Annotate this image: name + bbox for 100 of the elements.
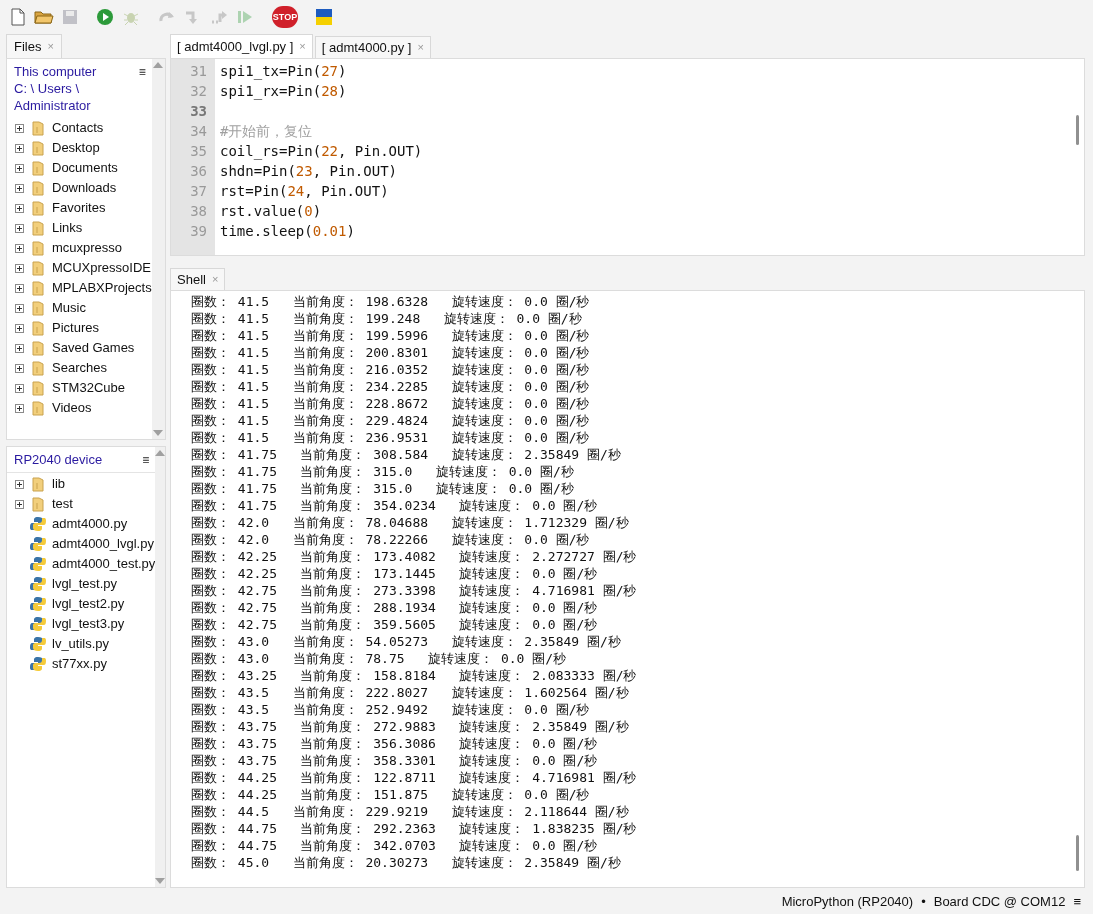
menu-icon[interactable]: ≡ xyxy=(1073,892,1081,912)
expand-icon[interactable] xyxy=(15,363,24,373)
shell-output-line: 圈数： 41.75 当前角度： 354.0234 旋转速度： 0.0 圈/秒 xyxy=(191,497,599,514)
folder-icon xyxy=(32,380,44,396)
python-file-icon xyxy=(30,656,46,672)
file-tree-item[interactable]: st77xx.py xyxy=(52,654,107,674)
play-icon[interactable] xyxy=(96,8,114,26)
shell-output-line: 圈数： 43.0 当前角度： 78.75 旋转速度： 0.0 圈/秒 xyxy=(191,650,567,667)
shell-output-line: 圈数： 44.5 当前角度： 229.9219 旋转速度： 2.118644 圈/秒 xyxy=(191,803,630,820)
code-text: ) xyxy=(338,62,347,81)
folder-icon xyxy=(32,320,44,336)
file-tree-item[interactable]: Music xyxy=(52,298,86,318)
file-tree-item[interactable]: Favorites xyxy=(52,198,106,218)
file-tree-item[interactable]: mcuxpresso xyxy=(52,238,123,258)
python-file-icon xyxy=(30,596,46,612)
file-tree-item[interactable]: test xyxy=(52,494,73,514)
code-text: ) xyxy=(338,82,347,101)
interpreter-label[interactable]: MicroPython (RP2040) xyxy=(781,892,914,912)
file-tree-item[interactable]: Documents xyxy=(52,158,118,178)
expand-icon[interactable] xyxy=(15,143,24,153)
port-label[interactable]: Board CDC @ COM12 xyxy=(933,892,1066,912)
path-link[interactable]: C: \ Users \ xyxy=(14,80,97,97)
stop-button[interactable]: STOP xyxy=(272,6,298,28)
expand-icon[interactable] xyxy=(15,499,24,509)
shell-output-line: 圈数： 41.5 当前角度： 236.9531 旋转速度： 0.0 圈/秒 xyxy=(191,429,591,446)
shell-output-line: 圈数： 43.75 当前角度： 272.9883 旋转速度： 2.35849 圈/秒 xyxy=(191,718,630,735)
expand-icon[interactable] xyxy=(15,479,24,489)
file-tree-item[interactable]: Pictures xyxy=(52,318,99,338)
file-tree-item[interactable]: MCUXpressoIDE xyxy=(52,258,151,278)
folder-icon xyxy=(32,180,44,196)
file-tree-item[interactable]: Saved Games xyxy=(52,338,135,358)
shell-output-line: 圈数： 44.25 当前角度： 122.8711 旋转速度： 4.716981 圈/秒 xyxy=(191,769,638,786)
code-text: rst.value( xyxy=(220,202,305,221)
expand-icon[interactable] xyxy=(15,223,24,233)
file-tree-item[interactable]: Desktop xyxy=(52,138,100,158)
path-link[interactable]: This computer xyxy=(14,63,97,80)
code-text: 24 xyxy=(287,182,305,201)
shell-output-line: 圈数： 41.5 当前角度： 229.4824 旋转速度： 0.0 圈/秒 xyxy=(191,412,591,429)
expand-icon[interactable] xyxy=(15,243,24,253)
flag-icon[interactable] xyxy=(316,9,332,25)
folder-icon xyxy=(32,496,44,512)
file-tree-item[interactable]: lvgl_test.py xyxy=(52,574,118,594)
python-file-icon xyxy=(30,516,46,532)
file-tree-item[interactable]: lvgl_test2.py xyxy=(52,594,125,614)
path-link[interactable]: Administrator xyxy=(14,97,97,114)
folder-icon xyxy=(32,476,44,492)
shell-output-line: 圈数： 43.75 当前角度： 356.3086 旋转速度： 0.0 圈/秒 xyxy=(191,735,599,752)
scrollbar-thumb[interactable] xyxy=(1075,835,1079,871)
code-text: , Pin.OUT) xyxy=(304,182,389,201)
editor-tab[interactable]: [ admt4000.py ] × xyxy=(314,36,431,58)
file-tree-item[interactable]: lib xyxy=(52,474,65,494)
file-tree-item[interactable]: Links xyxy=(52,218,83,238)
file-tree-item[interactable]: admt4000_lvgl.py xyxy=(52,534,154,554)
shell-output-line: 圈数： 43.5 当前角度： 222.8027 旋转速度： 1.602564 圈/秒 xyxy=(191,684,630,701)
expand-icon[interactable] xyxy=(15,343,24,353)
file-tree-item[interactable]: lvgl_test3.py xyxy=(52,614,125,634)
file-tree-item[interactable]: Videos xyxy=(52,398,92,418)
folder-icon xyxy=(32,220,44,236)
file-tree-item[interactable]: Contacts xyxy=(52,118,104,138)
folder-icon xyxy=(32,280,44,296)
file-tree-item[interactable]: STM32Cube xyxy=(52,378,125,398)
files-tab[interactable]: Files × xyxy=(6,34,62,58)
folder-icon xyxy=(32,300,44,316)
shell-output-line: 圈数： 43.75 当前角度： 358.3301 旋转速度： 0.0 圈/秒 xyxy=(191,752,599,769)
code-text: 22 xyxy=(321,142,338,161)
shell-output-line: 圈数： 41.75 当前角度： 315.0 旋转速度： 0.0 圈/秒 xyxy=(191,463,575,480)
file-tree-item[interactable]: Downloads xyxy=(52,178,117,198)
file-tree-item[interactable]: Searches xyxy=(52,358,107,378)
new-file-icon[interactable] xyxy=(10,8,26,26)
shell-output-line: 圈数： 43.5 当前角度： 252.9492 旋转速度： 0.0 圈/秒 xyxy=(191,701,591,718)
file-tree-item[interactable]: MPLABXProjects xyxy=(52,278,152,298)
line-number: 38 xyxy=(190,202,207,221)
file-tree-item[interactable]: admt4000.py xyxy=(52,514,128,534)
expand-icon[interactable] xyxy=(15,183,24,193)
expand-icon[interactable] xyxy=(15,383,24,393)
folder-icon[interactable] xyxy=(34,9,54,25)
expand-icon[interactable] xyxy=(15,283,24,293)
line-number: 36 xyxy=(190,162,207,181)
python-file-icon xyxy=(30,536,46,552)
expand-icon[interactable] xyxy=(15,323,24,333)
shell-output-line: 圈数： 42.25 当前角度： 173.4082 旋转速度： 2.272727 圈/秒 xyxy=(191,548,638,565)
menu-icon[interactable]: ≡ xyxy=(142,450,150,469)
shell-tab[interactable]: Shell × xyxy=(170,268,226,290)
expand-icon[interactable] xyxy=(15,303,24,313)
expand-icon[interactable] xyxy=(15,203,24,213)
shell-output-line: 圈数： 42.0 当前角度： 78.04688 旋转速度： 1.712329 圈/秒 xyxy=(191,514,630,531)
expand-icon[interactable] xyxy=(15,263,24,273)
expand-icon[interactable] xyxy=(15,163,24,173)
folder-icon xyxy=(32,260,44,276)
menu-icon[interactable]: ≡ xyxy=(138,63,146,114)
shell-output-line: 圈数： 41.5 当前角度： 198.6328 旋转速度： 0.0 圈/秒 xyxy=(191,293,591,310)
editor-tab[interactable]: [ admt4000_lvgl.py ] × xyxy=(170,34,313,58)
expand-icon[interactable] xyxy=(15,403,24,413)
file-tree-item[interactable]: admt4000_test.py xyxy=(52,554,156,574)
scrollbar-thumb[interactable] xyxy=(1075,115,1079,145)
code-text: shdn=Pin( xyxy=(220,162,296,181)
shell-output-line: 圈数： 41.5 当前角度： 216.0352 旋转速度： 0.0 圈/秒 xyxy=(191,361,591,378)
line-number: 34 xyxy=(190,122,207,141)
expand-icon[interactable] xyxy=(15,123,24,133)
file-tree-item[interactable]: lv_utils.py xyxy=(52,634,110,654)
